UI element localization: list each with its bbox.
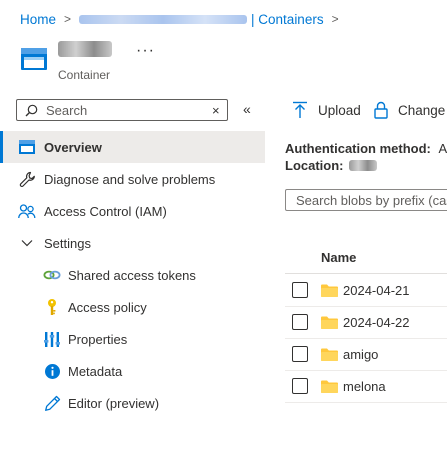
location-value-redacted [348, 160, 377, 171]
row-checkbox[interactable] [292, 314, 308, 330]
table-row[interactable]: melona [285, 371, 447, 403]
menu-search-input[interactable] [44, 101, 218, 119]
nav-label-diagnose: Diagnose and solve problems [44, 172, 216, 187]
nav-item-diagnose[interactable]: Diagnose and solve problems [0, 163, 265, 195]
blob-name[interactable]: amigo [343, 347, 378, 362]
folder-icon [321, 316, 338, 329]
nav-item-properties[interactable]: Properties [0, 323, 265, 355]
nav-item-metadata[interactable]: Metadata [0, 355, 265, 387]
upload-icon [293, 101, 307, 118]
folder-icon [321, 348, 338, 361]
folder-icon [321, 380, 338, 393]
table-row[interactable]: 2024-04-22 [285, 307, 447, 339]
nav-item-access-control[interactable]: Access Control (IAM) [0, 195, 265, 227]
upload-label: Upload [318, 102, 361, 118]
collapse-menu-icon[interactable]: « [243, 101, 251, 117]
nav-item-shared-access-tokens[interactable]: Shared access tokens [0, 259, 265, 291]
auth-method-value[interactable]: Ac [439, 141, 447, 156]
change-access-level-button[interactable]: Change a [374, 101, 447, 119]
info-icon [43, 362, 61, 380]
location-line: Location: [285, 158, 377, 173]
blob-prefix-search[interactable] [285, 189, 447, 211]
column-header-name[interactable]: Name [321, 250, 356, 265]
nav-label-overview: Overview [44, 140, 102, 155]
nav-label-settings: Settings [44, 236, 91, 251]
nav-label-access-policy: Access policy [68, 300, 147, 315]
location-label: Location: [285, 158, 344, 173]
nav-item-overview[interactable]: Overview [0, 131, 265, 163]
table-header-divider [285, 273, 447, 274]
row-checkbox[interactable] [292, 282, 308, 298]
nav-item-editor[interactable]: Editor (preview) [0, 387, 265, 419]
nav-label-editor: Editor (preview) [68, 396, 160, 411]
users-icon [18, 202, 36, 220]
link-icon [43, 266, 61, 284]
nav-group-settings[interactable]: Settings [0, 227, 265, 259]
clear-search-icon[interactable]: × [212, 103, 220, 118]
change-label: Change a [398, 102, 447, 118]
auth-method-label: Authentication method: [285, 141, 431, 156]
nav-label-properties: Properties [68, 332, 128, 347]
breadcrumb-separator: > [64, 12, 72, 26]
more-options-icon[interactable]: ··· [136, 42, 155, 60]
table-row[interactable]: amigo [285, 339, 447, 371]
nav-item-access-policy[interactable]: Access policy [0, 291, 265, 323]
wrench-icon [18, 170, 36, 188]
breadcrumb: Home > | Containers > [20, 10, 347, 28]
nav-label-metadata: Metadata [68, 364, 123, 379]
resource-type: Container [58, 68, 111, 82]
search-icon [25, 104, 38, 116]
properties-icon [43, 330, 61, 348]
blob-name[interactable]: melona [343, 379, 386, 394]
lock-icon [374, 101, 388, 119]
breadcrumb-trailing-separator: > [331, 12, 339, 26]
nav-label-shared-access-tokens: Shared access tokens [68, 268, 196, 283]
blob-name[interactable]: 2024-04-21 [343, 283, 410, 298]
blob-name[interactable]: 2024-04-22 [343, 315, 410, 330]
chevron-down-icon [18, 234, 36, 252]
row-checkbox[interactable] [292, 346, 308, 362]
container-icon [20, 47, 48, 71]
blob-prefix-input[interactable] [294, 191, 447, 209]
resource-name-redacted [58, 41, 112, 57]
row-checkbox[interactable] [292, 378, 308, 394]
breadcrumb-home[interactable]: Home [20, 12, 56, 27]
breadcrumb-storage-account-redacted[interactable] [79, 14, 248, 24]
upload-button[interactable]: Upload [292, 101, 361, 119]
breadcrumb-containers[interactable]: | Containers [251, 12, 324, 27]
folder-icon [321, 284, 338, 297]
overview-icon [18, 138, 36, 156]
key-icon [43, 298, 61, 316]
auth-method-line: Authentication method: Ac [285, 141, 447, 156]
nav-label-access-control: Access Control (IAM) [44, 204, 167, 219]
menu-search-box[interactable] [16, 99, 228, 121]
table-row[interactable]: 2024-04-21 [285, 275, 447, 307]
pencil-icon [43, 394, 61, 412]
